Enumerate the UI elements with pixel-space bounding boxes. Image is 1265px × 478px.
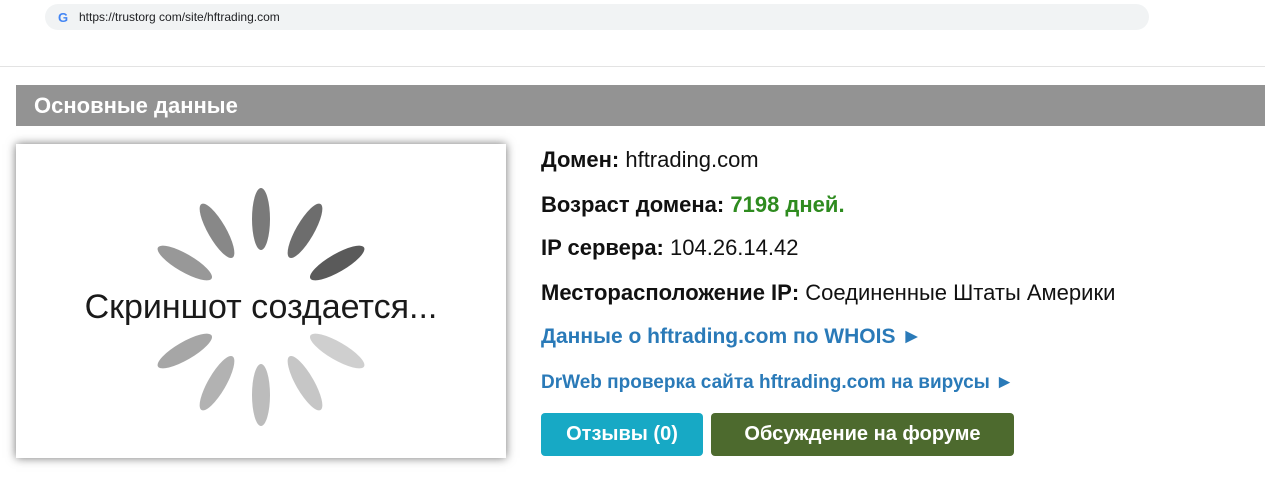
loading-spinner-icon: Скриншот создается... <box>84 188 438 426</box>
screenshot-placeholder-text: Скриншот создается... <box>85 288 438 326</box>
site-screenshot: Скриншот создается... <box>16 144 506 458</box>
divider <box>0 66 1265 67</box>
section-title: Основные данные <box>34 92 238 118</box>
ip-location-value: Соединенные Штаты Америки <box>805 280 1116 305</box>
domain-age-label: Возраст домена: <box>541 192 725 217</box>
reviews-button[interactable]: Отзывы (0) <box>541 413 703 456</box>
domain-age-row: Возраст домена: 7198 дней. <box>541 192 845 218</box>
server-ip-value: 104.26.14.42 <box>670 235 799 260</box>
ip-location-label: Месторасположение IP: <box>541 280 800 305</box>
domain-value: hftrading.com <box>625 147 759 172</box>
server-ip-label: IP сервера: <box>541 235 664 260</box>
whois-link[interactable]: Данные о hftrading.com по WHOIS ► <box>541 325 922 349</box>
section-header: Основные данные <box>16 85 1265 126</box>
google-icon: G <box>57 9 69 25</box>
domain-age-value: 7198 дней. <box>730 192 845 217</box>
forum-discussion-button[interactable]: Обсуждение на форуме <box>711 413 1014 456</box>
server-ip-row: IP сервера: 104.26.14.42 <box>541 235 798 261</box>
address-bar[interactable]: G https://trustorg com/site/hftrading.co… <box>45 4 1149 30</box>
drweb-link[interactable]: DrWeb проверка сайта hftrading.com на ви… <box>541 372 1014 394</box>
ip-location-row: Месторасположение IP: Соединенные Штаты … <box>541 280 1115 306</box>
url-text[interactable]: https://trustorg com/site/hftrading.com <box>79 10 280 24</box>
domain-row: Домен: hftrading.com <box>541 147 759 173</box>
domain-label: Домен: <box>541 147 620 172</box>
